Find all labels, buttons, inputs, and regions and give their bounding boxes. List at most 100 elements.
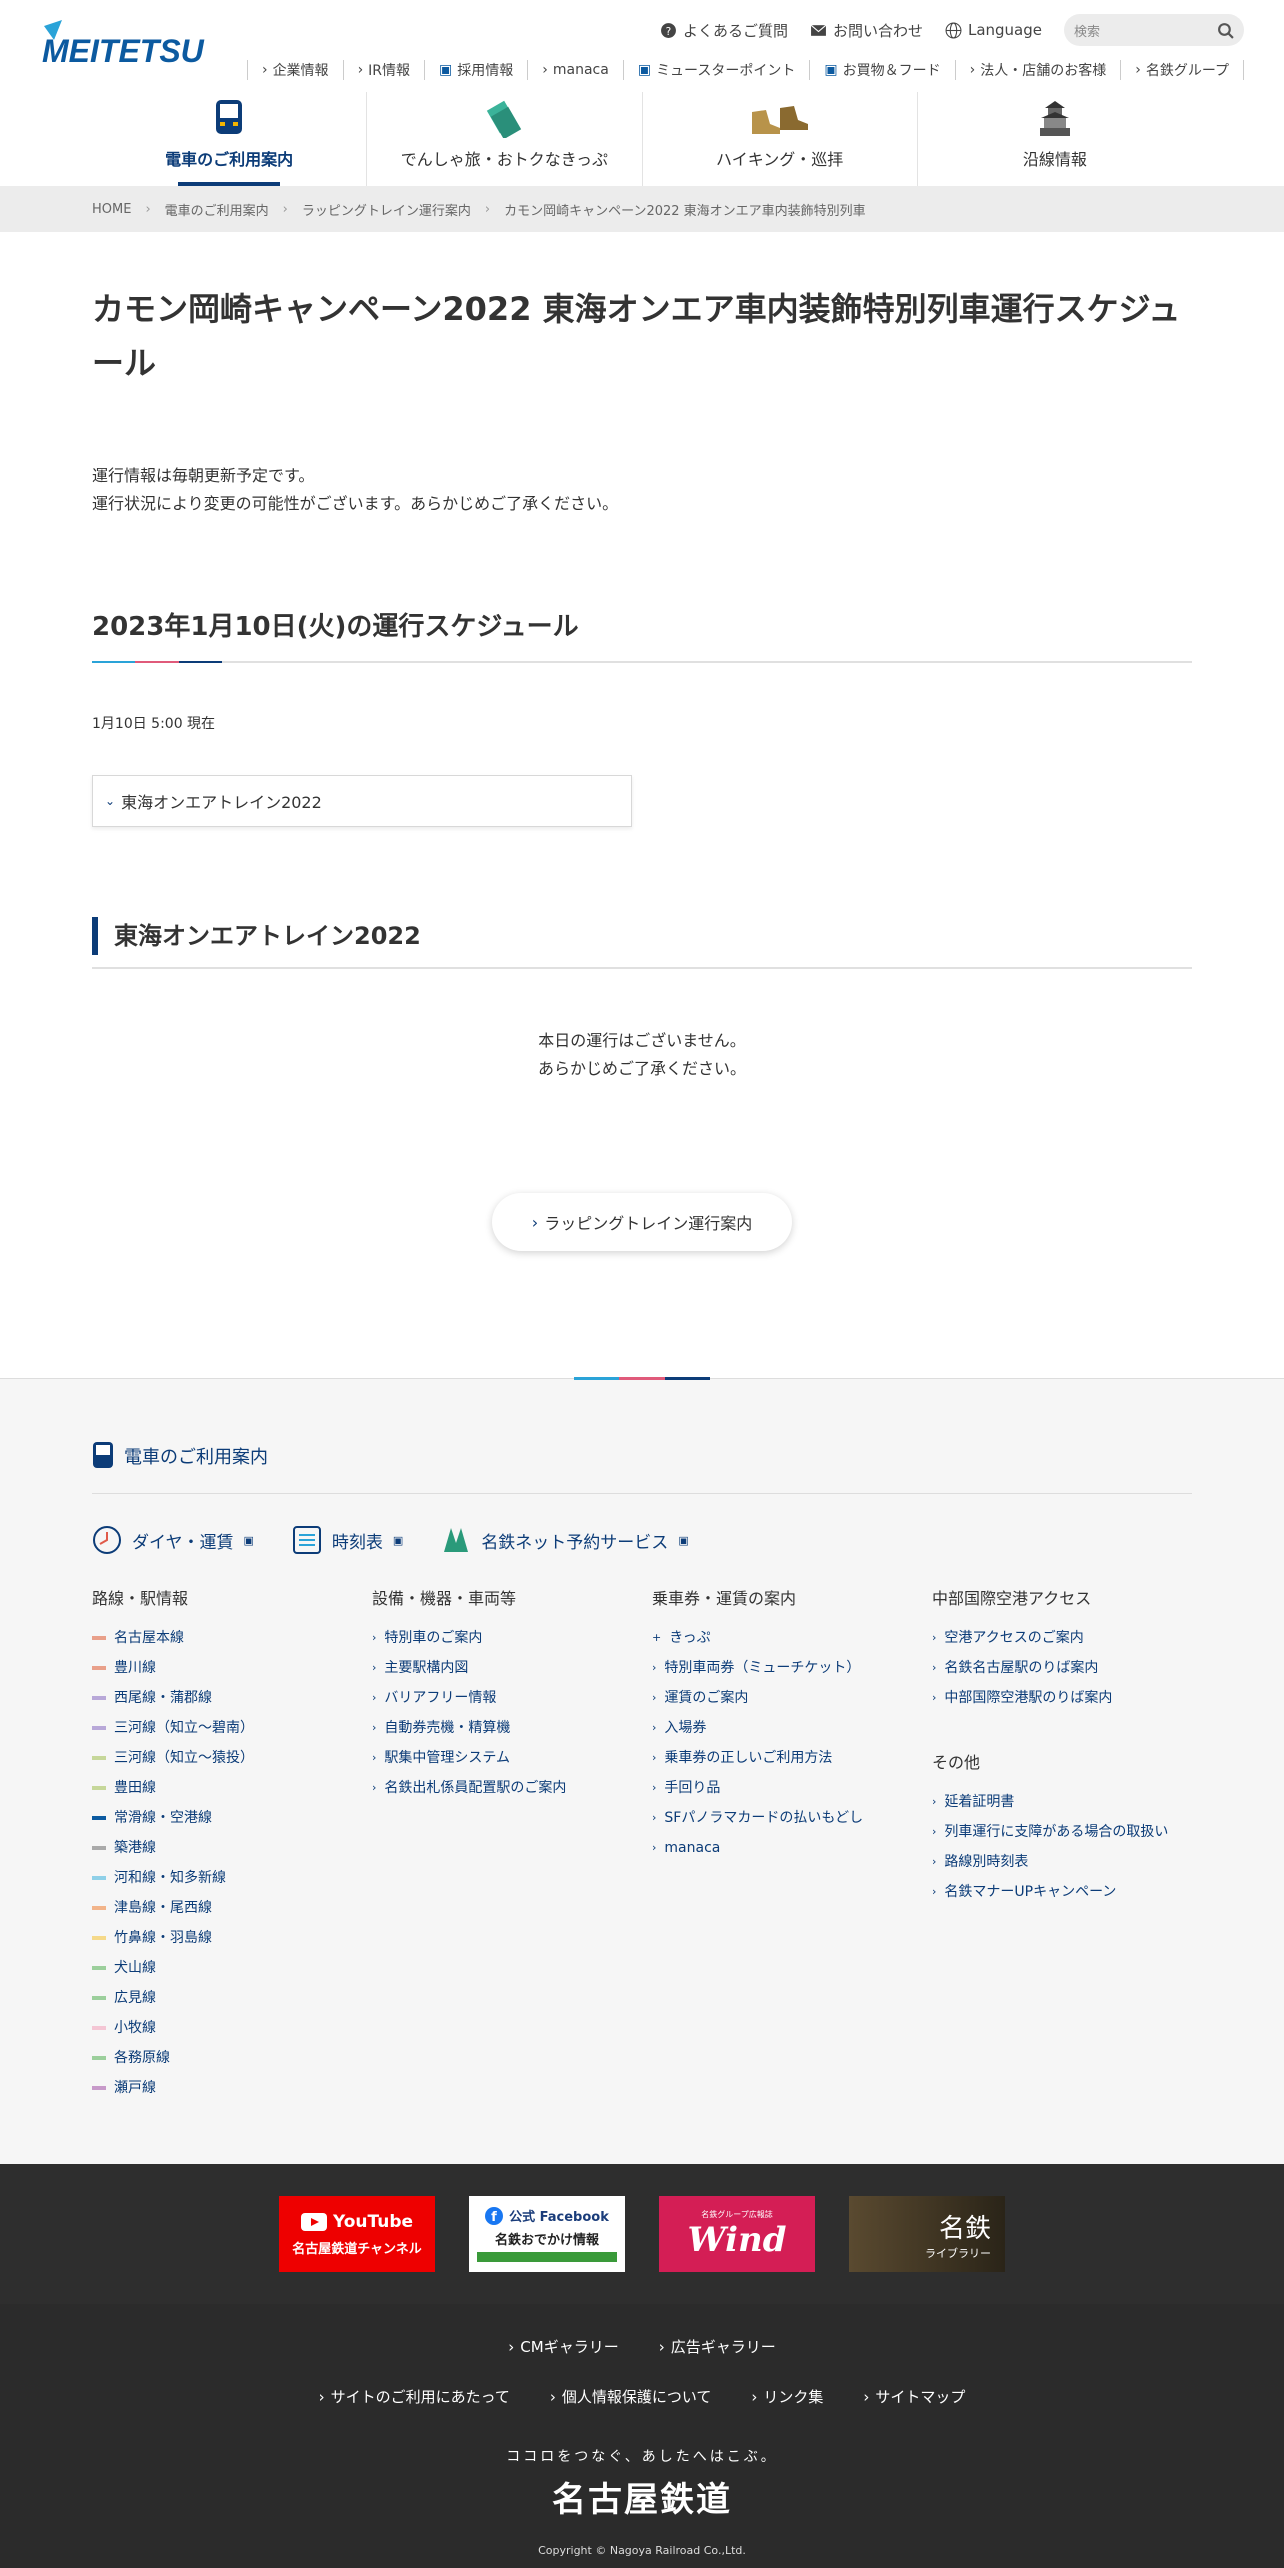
footer-link[interactable]: › 特別車のご案内: [372, 1623, 652, 1653]
footer-link[interactable]: › リンク集: [751, 2386, 823, 2407]
footer-link-label: 特別車両券（ミューチケット）: [664, 1660, 861, 1676]
footer-link[interactable]: › 入場券: [652, 1713, 932, 1743]
footer-link[interactable]: › SFパノラマカードの払いもどし: [652, 1803, 932, 1833]
footer-link[interactable]: 広見線: [92, 1983, 372, 2013]
footer-link[interactable]: › 特別車両券（ミューチケット）: [652, 1653, 932, 1683]
col-title: 路線・駅情報: [92, 1589, 189, 1608]
contact-label: お問い合わせ: [832, 21, 923, 40]
footer-link[interactable]: › 名鉄名古屋駅のりば案内: [932, 1653, 1212, 1683]
footer-link[interactable]: › バリアフリー情報: [372, 1683, 652, 1713]
footer-link[interactable]: › 空港アクセスのご案内: [932, 1623, 1212, 1653]
subnav-item[interactable]: ▣ 採用情報: [424, 60, 527, 80]
footer-link-label: 名古屋本線: [114, 1630, 184, 1646]
breadcrumb-item[interactable]: 電車のご利用案内: [165, 200, 269, 219]
language-link[interactable]: Language: [945, 21, 1042, 39]
accordion-toggle[interactable]: ⌄ 東海オンエアトレイン2022: [92, 775, 632, 827]
quick-link-fare[interactable]: ダイヤ・運賃 ▣: [92, 1525, 254, 1555]
banner-sub: ライブラリー: [925, 2246, 991, 2260]
gnav-train-guide[interactable]: 電車のご利用案内: [92, 92, 368, 186]
footer-link[interactable]: 築港線: [92, 1833, 372, 1863]
line-color-icon: [92, 1906, 106, 1910]
footer-link[interactable]: › 延着証明書: [932, 1787, 1212, 1817]
footer-link[interactable]: › 運賃のご案内: [652, 1683, 932, 1713]
wrapping-train-button[interactable]: › ラッピングトレイン運行案内: [492, 1193, 792, 1251]
line-color-icon: [92, 2056, 106, 2060]
subnav-item[interactable]: › IR情報: [342, 60, 424, 80]
footer-link[interactable]: › manaca: [652, 1833, 932, 1863]
subnav-item[interactable]: › 名鉄グループ: [1120, 60, 1244, 80]
subnav-item[interactable]: › manaca: [527, 60, 623, 80]
quick-links: ダイヤ・運賃 ▣ 時刻表 ▣ 名鉄ネット予約サービス ▣: [92, 1525, 689, 1555]
gnav-area-info[interactable]: 沿線情報: [918, 92, 1192, 186]
footer-link-label: 運賃のご案内: [664, 1690, 749, 1706]
subnav-label: manaca: [552, 62, 609, 78]
footer-link[interactable]: + きっぷ: [652, 1623, 932, 1653]
quick-link-net-reservation[interactable]: 名鉄ネット予約サービス ▣: [441, 1525, 689, 1555]
footer-link[interactable]: 三河線（知立〜猿投）: [92, 1743, 372, 1773]
quick-link-timetable[interactable]: 時刻表 ▣: [292, 1525, 403, 1555]
footer-col-lines: 路線・駅情報名古屋本線豊川線 西尾線・蒲郡線 三河線（知立〜碧南） 三河線（知立〜猿投…: [92, 1585, 372, 2103]
corporate-logo[interactable]: 名古屋鉄道: [0, 2472, 1284, 2521]
footer-link[interactable]: › 中部国際空港駅のりば案内: [932, 1683, 1212, 1713]
footer-link-label: 駅集中管理システム: [384, 1750, 510, 1766]
footer-link[interactable]: 西尾線・蒲郡線: [92, 1683, 372, 1713]
footer-link[interactable]: 豊川線: [92, 1653, 372, 1683]
footer-link[interactable]: 津島線・尾西線: [92, 1893, 372, 1923]
clock-icon: [93, 1526, 121, 1554]
footer-link-label: 中部国際空港駅のりば案内: [944, 1690, 1113, 1706]
youtube-icon: [300, 2212, 327, 2231]
footer-link[interactable]: 豊田線: [92, 1773, 372, 1803]
schedule-heading-text: 2023年1月10日(火)の運行スケジュール: [92, 612, 579, 642]
gnav-hiking[interactable]: ハイキング・巡拝: [643, 92, 918, 186]
footer-link[interactable]: 竹鼻線・羽島線: [92, 1923, 372, 1953]
footer-link[interactable]: › 手回り品: [652, 1773, 932, 1803]
banner-title: 名鉄: [938, 2213, 991, 2244]
banner-sub: 名鉄おでかけ情報: [494, 2233, 599, 2248]
footer-link[interactable]: › 名鉄マナーUPキャンペーン: [932, 1877, 1212, 1907]
facebook-banner[interactable]: f 公式 Facebook 名鉄おでかけ情報: [469, 2196, 625, 2272]
footer-link[interactable]: › 広告ギャラリー: [659, 2336, 776, 2357]
footer-link[interactable]: › 名鉄出札係員配置駅のご案内: [372, 1773, 652, 1803]
gnav-tickets[interactable]: でんしゃ旅・おトクなきっぷ: [367, 92, 643, 186]
footer-link-label: 名鉄マナーUPキャンペーン: [944, 1884, 1117, 1900]
library-banner[interactable]: 名鉄ライブラリー: [849, 2196, 1005, 2272]
chevron-right-icon: ›: [932, 1691, 937, 1704]
wind-banner[interactable]: 名鉄グループ広報誌 Wind: [659, 2196, 815, 2272]
footer-link[interactable]: 各務原線: [92, 2043, 372, 2073]
subnav-item[interactable]: › 企業情報: [246, 60, 343, 80]
footer-link[interactable]: 三河線（知立〜碧南）: [92, 1713, 372, 1743]
footer-link[interactable]: › 主要駅構内図: [372, 1653, 652, 1683]
footer-link[interactable]: › サイトマップ: [863, 2386, 965, 2407]
line-color-icon: [92, 1636, 106, 1640]
footer-link[interactable]: › 個人情報保護について: [550, 2386, 712, 2407]
footer-link[interactable]: 犬山線: [92, 1953, 372, 1983]
footer-link[interactable]: › CMギャラリー: [508, 2336, 618, 2357]
search-input[interactable]: 検索: [1064, 14, 1244, 46]
subnav-item[interactable]: ▣ お買物＆フード: [809, 60, 954, 80]
empty-message: 本日の運行はございません。 あらかじめご了承ください。: [92, 1027, 1192, 1083]
subnav-item[interactable]: › 法人・店舗のお客様: [954, 60, 1121, 80]
footer-link[interactable]: › 自動券売機・精算機: [372, 1713, 652, 1743]
meitetsu-logo[interactable]: MEITETSU: [40, 18, 212, 69]
footer-heading[interactable]: 電車のご利用案内: [92, 1441, 1192, 1494]
button-label: ラッピングトレイン運行案内: [544, 1214, 753, 1233]
breadcrumb-home[interactable]: HOME: [92, 202, 131, 217]
footer-link[interactable]: › 駅集中管理システム: [372, 1743, 652, 1773]
footer-link[interactable]: 瀬戸線: [92, 2073, 372, 2103]
footer-link[interactable]: › サイトのご利用にあたって: [319, 2386, 510, 2407]
facebook-icon: f: [485, 2206, 504, 2225]
footer-link[interactable]: 常滑線・空港線: [92, 1803, 372, 1833]
footer-link[interactable]: › 乗車券の正しいご利用方法: [652, 1743, 932, 1773]
youtube-banner[interactable]: YouTube 名古屋鉄道チャンネル: [279, 2196, 435, 2272]
contact-link[interactable]: お問い合わせ: [810, 20, 923, 41]
subnav-item[interactable]: ▣ ミュースターポイント: [622, 60, 810, 80]
footer-link[interactable]: 名古屋本線: [92, 1623, 372, 1653]
breadcrumb-item[interactable]: ラッピングトレイン運行案内: [302, 200, 471, 219]
footer-link[interactable]: 河和線・知多新線: [92, 1863, 372, 1893]
footer-link[interactable]: 小牧線: [92, 2013, 372, 2043]
search-icon[interactable]: [1217, 22, 1234, 39]
chevron-right-icon: +: [652, 1631, 662, 1644]
footer-link[interactable]: › 路線別時刻表: [932, 1847, 1212, 1877]
footer-link[interactable]: › 列車運行に支障がある場合の取扱い: [932, 1817, 1212, 1847]
faq-link[interactable]: ? よくあるご質問: [660, 20, 788, 41]
